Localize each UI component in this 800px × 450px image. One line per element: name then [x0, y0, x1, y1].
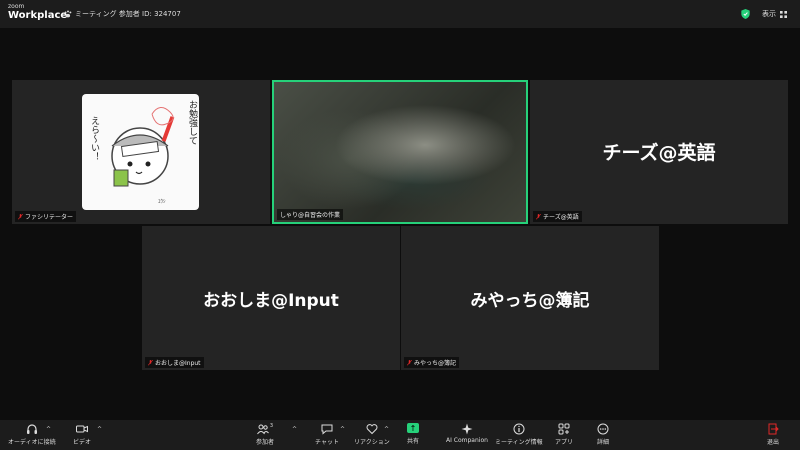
- share-arrow-icon: ↑: [407, 423, 419, 433]
- apps-button[interactable]: アプリ: [555, 423, 573, 446]
- meeting-info-header[interactable]: ミーティング 参加者 ID: 324707: [64, 9, 181, 19]
- chat-button[interactable]: チャット: [315, 423, 339, 446]
- audio-options-caret[interactable]: ^: [46, 426, 51, 433]
- leave-button[interactable]: 退出: [767, 423, 779, 446]
- participant-name: しゃり@自習会の作業: [280, 212, 341, 219]
- participants-options-caret[interactable]: ^: [292, 426, 297, 433]
- logo-line2: Workplace: [8, 10, 68, 21]
- participant-name: ファシリテーター: [25, 214, 74, 221]
- more-button[interactable]: 詳細: [597, 423, 609, 446]
- sparkle-icon: [461, 423, 473, 435]
- participant-display-name: チーズ@英語: [602, 142, 716, 164]
- paw-icon: [64, 10, 72, 18]
- zoom-logo: zoom Workplace: [8, 4, 67, 21]
- muted-mic-icon: [148, 359, 153, 365]
- participant-display-name: おおしま@Input: [203, 291, 339, 311]
- meeting-toolbar: オーディオに接続 ^ ビデオ ^ 3 参加者 ^ チャット ^ リアクション ^…: [0, 420, 800, 450]
- apps-label: アプリ: [555, 439, 574, 446]
- meeting-id-label: ミーティング 参加者 ID: 324707: [75, 10, 181, 18]
- participant-tile-cheese[interactable]: チーズ@英語 チーズ@英語: [530, 80, 788, 224]
- participant-name: チーズ@英語: [543, 214, 579, 221]
- grid-icon: [780, 10, 787, 18]
- participants-button[interactable]: 3 参加者: [256, 423, 274, 446]
- participant-name: おおしま@Input: [155, 360, 201, 367]
- view-label: 表示: [762, 10, 776, 18]
- reactions-label: リアクション: [354, 439, 390, 446]
- participant-tile-miyacchi[interactable]: みやっち@簿記 みやっち@簿記: [401, 226, 659, 370]
- reactions-options-caret[interactable]: ^: [384, 426, 389, 433]
- participant-tile-facilitator[interactable]: お勉強して えら〜い！ ﾕｳｼ ファシリテーター: [12, 80, 270, 224]
- share-label: 共有: [407, 438, 420, 445]
- video-feed: [274, 82, 526, 222]
- avatar-signature: ﾕｳｼ: [158, 199, 166, 205]
- participant-tile-active-speaker[interactable]: しゃり@自習会の作業: [272, 80, 528, 224]
- video-options-caret[interactable]: ^: [97, 426, 102, 433]
- share-button[interactable]: ↑ 共有: [407, 423, 419, 445]
- chat-options-caret[interactable]: ^: [340, 426, 345, 433]
- muted-mic-icon: [407, 359, 412, 365]
- view-button[interactable]: 表示: [762, 9, 787, 19]
- participants-label: 参加者: [256, 439, 275, 446]
- more-label: 詳細: [597, 439, 610, 446]
- participant-display-name: みやっち@簿記: [470, 291, 590, 311]
- participant-name-tag: みやっち@簿記: [404, 357, 460, 368]
- leave-door-icon: [768, 423, 779, 435]
- audio-label: オーディオに接続: [8, 439, 56, 446]
- chat-bubble-icon: [321, 424, 333, 435]
- participant-name-tag: おおしま@Input: [145, 357, 204, 368]
- participant-name-tag: しゃり@自習会の作業: [277, 209, 344, 220]
- video-button[interactable]: ビデオ: [73, 423, 91, 446]
- info-icon: [513, 423, 525, 435]
- more-dots-icon: [597, 423, 609, 435]
- heart-icon: [366, 424, 378, 435]
- participant-name: みやっち@簿記: [414, 360, 457, 367]
- security-shield-icon[interactable]: [741, 9, 750, 19]
- muted-mic-icon: [536, 213, 541, 219]
- apps-icon: [558, 423, 570, 435]
- participant-name-tag: チーズ@英語: [533, 211, 582, 222]
- ai-companion-button[interactable]: AI Companion: [446, 423, 488, 444]
- video-camera-icon: [76, 425, 88, 433]
- avatar-vertical-text-1: お勉強して: [187, 100, 197, 145]
- video-label: ビデオ: [73, 439, 92, 446]
- avatar-vertical-text-2: えら〜い！: [89, 116, 99, 161]
- leave-label: 退出: [767, 439, 780, 446]
- avatar-illustration: お勉強して えら〜い！ ﾕｳｼ: [82, 94, 199, 210]
- participants-icon: [256, 424, 269, 435]
- headphones-icon: [26, 424, 37, 434]
- chat-label: チャット: [315, 439, 339, 446]
- ai-companion-label: AI Companion: [446, 437, 488, 444]
- participant-tile-oshima[interactable]: おおしま@Input おおしま@Input: [142, 226, 400, 370]
- participant-name-tag: ファシリテーター: [15, 211, 77, 222]
- muted-mic-icon: [18, 213, 23, 219]
- top-bar: zoom Workplace ミーティング 参加者 ID: 324707 表示: [0, 0, 800, 28]
- participants-count: 3: [269, 423, 274, 429]
- meeting-info-button[interactable]: ミーティング情報: [495, 423, 543, 446]
- meeting-info-label: ミーティング情報: [495, 439, 543, 446]
